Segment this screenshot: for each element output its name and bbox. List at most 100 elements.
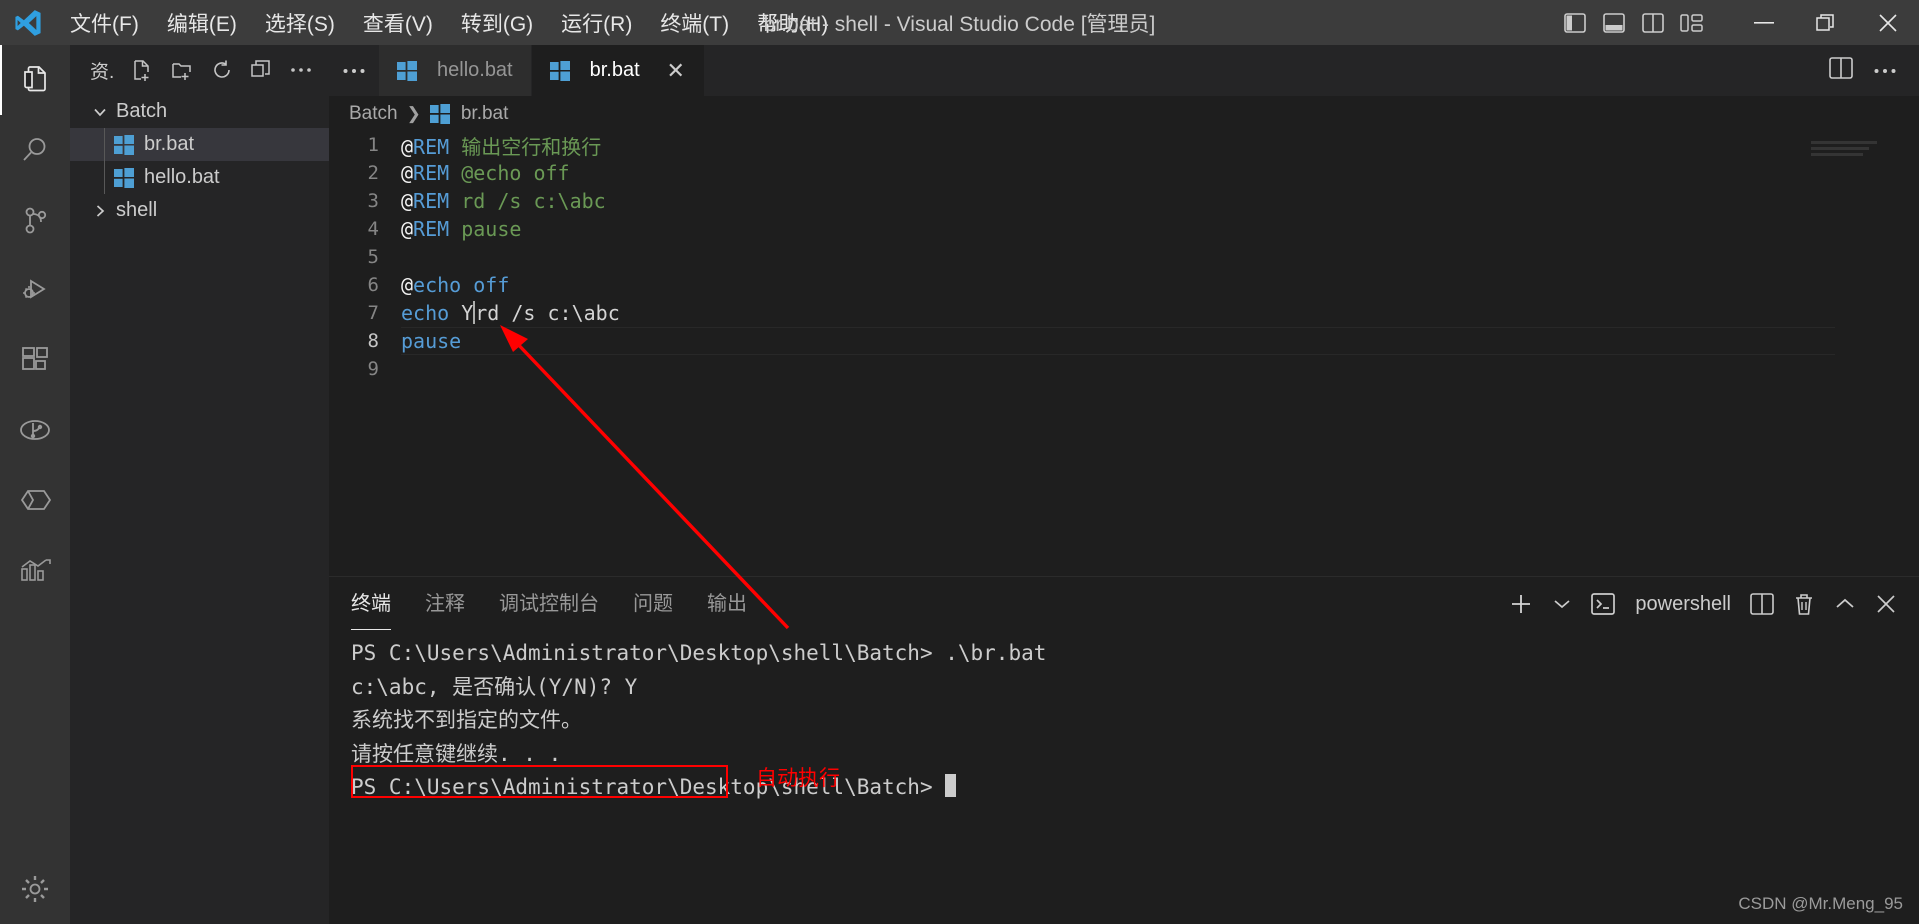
menu-view[interactable]: 查看(V) [349,4,447,42]
toggle-panel-icon[interactable] [1601,10,1627,36]
terminal-output[interactable]: PS C:\Users\Administrator\Desktop\shell\… [329,631,1919,805]
code-line[interactable]: 6 @echo off [329,271,1919,299]
menu-run[interactable]: 运行(R) [547,4,646,42]
terminal-line-highlighted: c:\abc, 是否确认(Y/N)? Y [351,674,638,699]
menu-terminal[interactable]: 终端(T) [646,4,743,42]
watermark: CSDN @Mr.Meng_95 [1738,894,1903,913]
tree-label: Batch [116,100,168,122]
toggle-secondary-sidebar-icon[interactable] [1640,10,1666,36]
tree-label: hello.bat [144,166,220,188]
code-line[interactable]: 9 [329,355,1919,383]
activity-source-control[interactable] [0,185,70,255]
code-token: REM [413,189,450,213]
menu-go[interactable]: 转到(G) [447,4,547,42]
line-number: 6 [367,274,379,296]
terminal-icon[interactable] [1590,592,1616,616]
code-text: @echo off [401,273,509,297]
activity-remote-explorer[interactable] [0,465,70,535]
refresh-icon[interactable] [210,58,234,82]
activity-bar [0,45,70,924]
menu-edit[interactable]: 编辑(E) [153,4,251,42]
bottom-panel: 终端 注释 调试控制台 问题 输出 powershell PS C:\Users… [329,576,1919,924]
breadcrumb-folder[interactable]: Batch [349,103,398,125]
code-line[interactable]: 5 [329,243,1919,271]
line-number: 4 [367,218,379,240]
code-token: @ [401,134,414,159]
explorer-sidebar: 资. Batch br.bat hello.bat shell [70,45,329,924]
code-token: @ [401,217,414,241]
close-panel-icon[interactable] [1875,593,1897,615]
code-line[interactable]: 8 pause [329,327,1919,355]
tree-file-hello-bat[interactable]: hello.bat [70,161,329,194]
restore-button[interactable] [1795,0,1857,45]
split-terminal-icon[interactable] [1750,593,1774,615]
new-file-icon[interactable] [130,58,154,82]
menu-file[interactable]: 文件(F) [56,4,153,42]
chevron-right-icon [86,203,114,219]
line-number: 2 [367,162,379,184]
activity-extensions[interactable] [0,325,70,395]
terminal-prompt-line: PS C:\Users\Administrator\Desktop\shell\… [351,771,1919,805]
close-icon[interactable]: ✕ [666,58,686,84]
code-text: pause [401,329,461,353]
activity-gitlens[interactable] [0,395,70,465]
line-number: 3 [367,190,379,212]
code-editor[interactable]: 1 @REM 输出空行和换行 2 @REM @echo off 3 @REM rd /s … [329,131,1919,569]
minimize-button[interactable] [1733,0,1795,45]
bat-file-icon [429,103,450,124]
activity-test-charts[interactable] [0,535,70,605]
code-line[interactable]: 1 @REM 输出空行和换行 [329,131,1919,159]
tree-folder-shell[interactable]: shell [70,194,329,227]
more-tabs-icon[interactable] [329,45,379,96]
activity-settings[interactable] [0,854,70,924]
line-number: 5 [367,246,379,268]
editor-tabs: hello.bat br.bat ✕ [329,45,1919,96]
code-text: @REM rd /s c:\abc [401,189,606,213]
code-line[interactable]: 7 echo Yrd /s c:\abc [329,299,1919,327]
code-token: rd /s c:\abc [449,189,606,213]
breadcrumb-file[interactable]: br.bat [461,103,509,125]
activity-search[interactable] [0,115,70,185]
code-line[interactable]: 2 @REM @echo off [329,159,1919,187]
line-number: 8 [367,330,379,352]
tab-hello-bat[interactable]: hello.bat [379,45,532,96]
terminal-shell-label[interactable]: powershell [1635,593,1731,616]
panel-tab-debug-console[interactable]: 调试控制台 [499,587,599,622]
tab-br-bat[interactable]: br.bat ✕ [531,45,705,96]
panel-tab-problems[interactable]: 问题 [633,587,673,622]
tree-folder-batch[interactable]: Batch [70,95,329,128]
activity-run-debug[interactable] [0,255,70,325]
tree-file-br-bat[interactable]: br.bat [70,128,329,161]
menu-help[interactable]: 帮助(H) [743,4,842,42]
panel-tab-output[interactable]: 输出 [707,587,747,622]
code-token: @ [401,189,414,213]
more-editor-actions-icon[interactable] [1873,62,1897,80]
more-actions-icon[interactable] [289,58,313,82]
split-editor-icon[interactable] [1829,57,1853,84]
chevron-right-icon: ❯ [406,103,421,123]
menu-selection[interactable]: 选择(S) [251,4,349,42]
panel-actions: powershell [1508,591,1919,617]
new-folder-icon[interactable] [170,58,194,82]
panel-tab-comments[interactable]: 注释 [425,587,465,622]
customize-layout-icon[interactable] [1679,10,1705,36]
maximize-panel-icon[interactable] [1834,596,1856,612]
code-text: @REM 输出空行和换行 [401,131,601,160]
code-line[interactable]: 4 @REM pause [329,215,1919,243]
collapse-all-icon[interactable] [250,58,274,82]
terminal-line: PS C:\Users\Administrator\Desktop\shell\… [351,641,1047,665]
close-button[interactable] [1857,0,1919,45]
panel-tab-terminal[interactable]: 终端 [351,587,391,630]
code-line[interactable]: 3 @REM rd /s c:\abc [329,187,1919,215]
terminal-line: 系统找不到指定的文件。 [351,708,582,732]
chevron-down-icon [86,104,114,120]
activity-explorer[interactable] [0,45,70,115]
chevron-down-icon[interactable] [1553,598,1571,610]
toggle-primary-sidebar-icon[interactable] [1562,10,1588,36]
code-token: @echo off [449,161,570,185]
code-token: @ [401,161,414,185]
kill-terminal-icon[interactable] [1793,592,1815,616]
code-token: REM [413,161,450,185]
tree-label: br.bat [144,133,195,155]
add-terminal-icon[interactable] [1508,591,1534,617]
